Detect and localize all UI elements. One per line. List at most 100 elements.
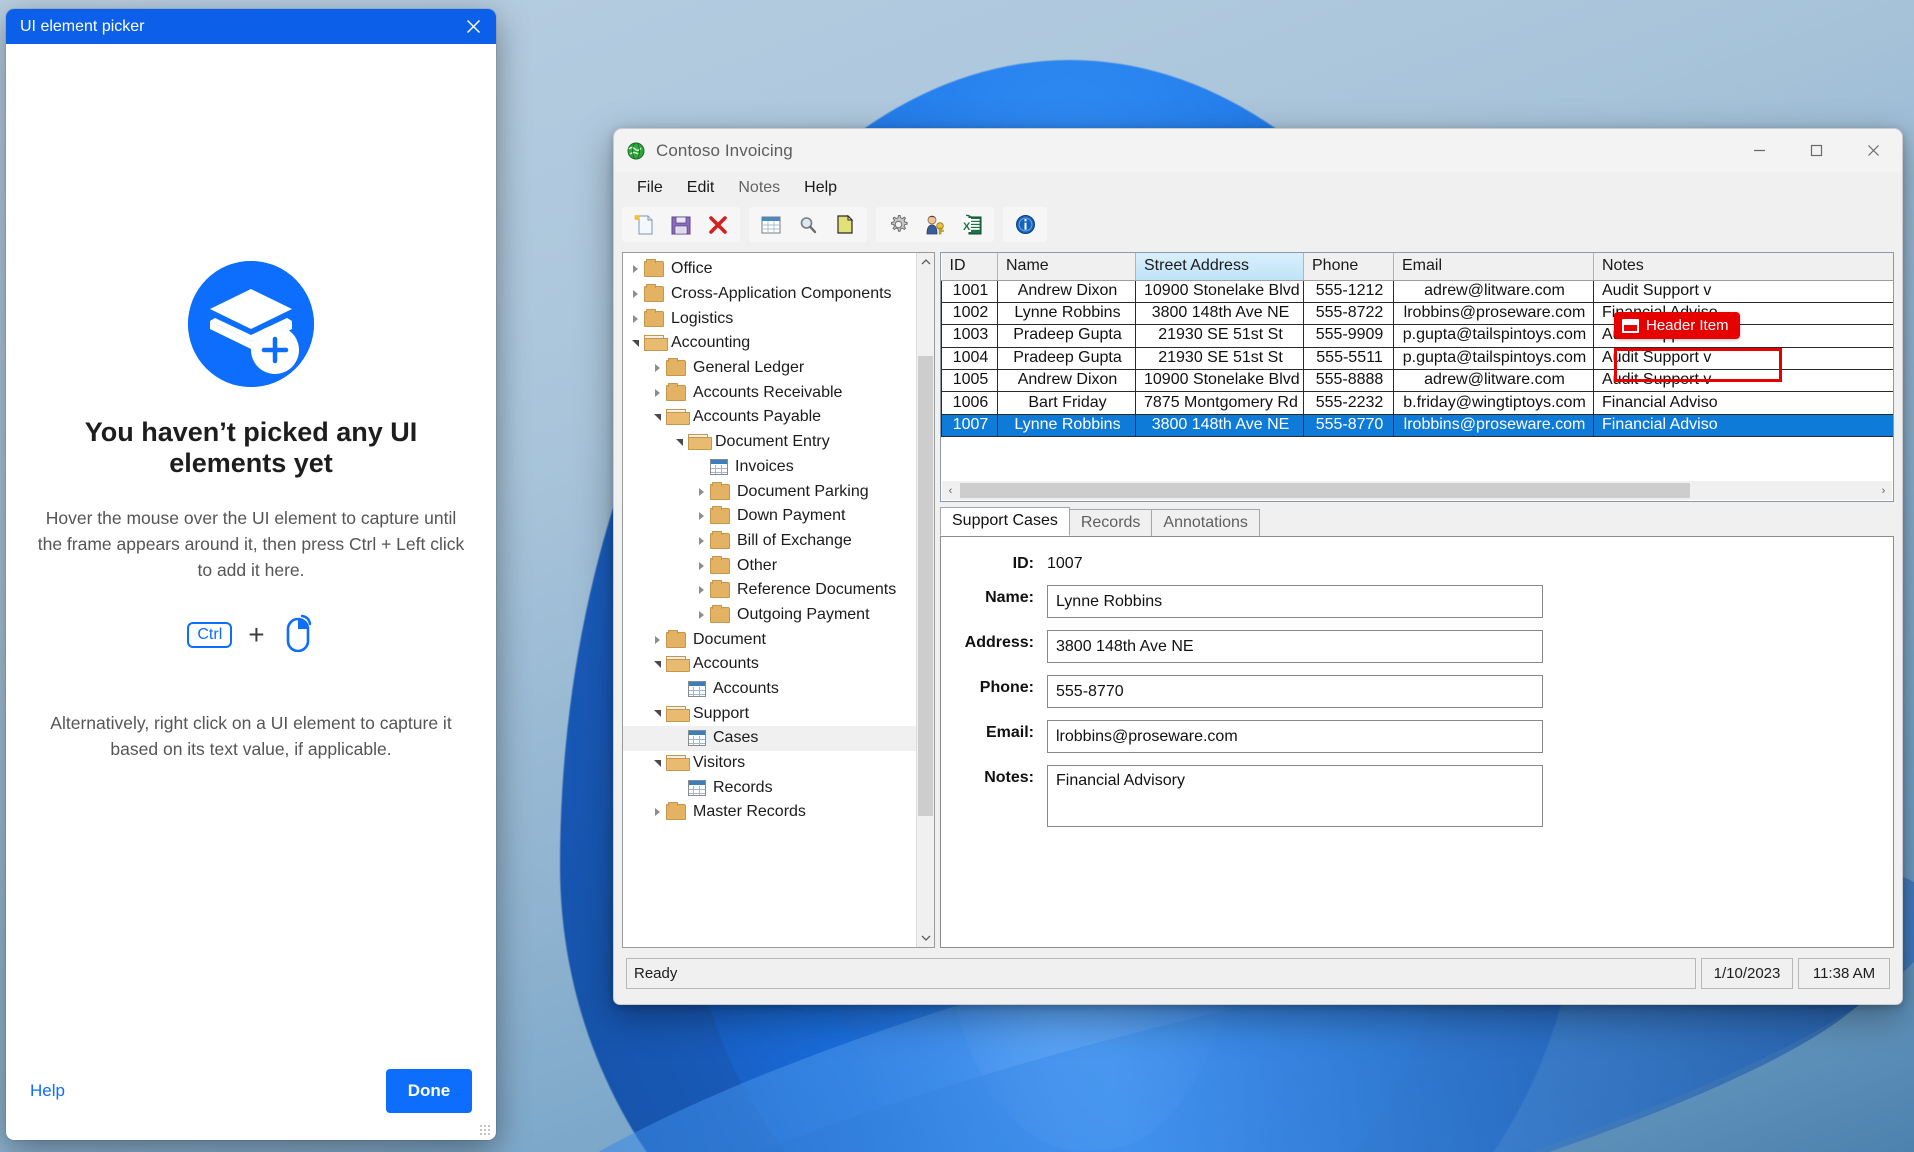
tree-node[interactable]: Down Payment: [623, 504, 916, 529]
table-row[interactable]: 1004Pradeep Gupta21930 SE 51st St555-551…: [942, 347, 1895, 369]
table-cell-notes[interactable]: Financial Adviso: [1594, 414, 1895, 436]
tree-node[interactable]: Logistics: [623, 306, 916, 331]
datagrid-column-header[interactable]: Email: [1394, 253, 1594, 280]
tree-node[interactable]: Outgoing Payment: [623, 603, 916, 628]
chevron-right-icon[interactable]: [693, 532, 710, 549]
table-cell-name[interactable]: Lynne Robbins: [998, 414, 1136, 436]
table-cell-phone[interactable]: 555-5511: [1304, 347, 1394, 369]
table-grid-icon[interactable]: [754, 210, 788, 239]
table-cell-email[interactable]: adrew@litware.com: [1394, 370, 1594, 392]
table-cell-notes[interactable]: Audit Support v: [1594, 370, 1895, 392]
detail-tabstrip[interactable]: Support CasesRecordsAnnotations: [940, 508, 1894, 537]
phone-input[interactable]: [1047, 675, 1543, 708]
datagrid-column-header[interactable]: Name: [998, 253, 1136, 280]
datagrid-column-header[interactable]: Street Address: [1136, 253, 1304, 280]
records-datagrid[interactable]: IDNameStreet AddressPhoneEmailNotes 1001…: [940, 252, 1894, 502]
chevron-right-icon[interactable]: [693, 557, 710, 574]
chevron-down-icon[interactable]: [649, 705, 666, 722]
table-cell-address[interactable]: 10900 Stonelake Blvd: [1136, 280, 1304, 302]
chevron-down-icon[interactable]: [627, 335, 644, 352]
tree-node[interactable]: Document Parking: [623, 479, 916, 504]
datagrid-column-header[interactable]: Notes: [1594, 253, 1895, 280]
scroll-up-icon[interactable]: [917, 253, 934, 271]
tree-node[interactable]: Other: [623, 553, 916, 578]
datagrid-column-header[interactable]: Phone: [1304, 253, 1394, 280]
table-cell-id[interactable]: 1001: [942, 280, 998, 302]
menu-notes[interactable]: Notes: [726, 177, 792, 199]
contoso-toolbar[interactable]: X: [614, 203, 1902, 246]
datagrid-horizontal-scrollbar[interactable]: ‹ ›: [942, 481, 1892, 500]
tab-support-cases[interactable]: Support Cases: [940, 507, 1070, 536]
table-row[interactable]: 1006Bart Friday7875 Montgomery Rd555-223…: [942, 392, 1895, 414]
table-cell-name[interactable]: Bart Friday: [998, 392, 1136, 414]
table-row[interactable]: 1002Lynne Robbins3800 148th Ave NE555-87…: [942, 302, 1895, 324]
tree-node[interactable]: Cross-Application Components: [623, 282, 916, 307]
tree-node[interactable]: Cases: [623, 726, 916, 751]
export-excel-icon[interactable]: X: [955, 210, 989, 239]
chevron-right-icon[interactable]: [649, 631, 666, 648]
chevron-down-icon[interactable]: [649, 656, 666, 673]
chevron-down-icon[interactable]: [649, 409, 666, 426]
maximize-icon[interactable]: [1788, 129, 1845, 172]
chevron-right-icon[interactable]: [627, 310, 644, 327]
chevron-right-icon[interactable]: [693, 483, 710, 500]
datagrid-body[interactable]: 1001Andrew Dixon10900 Stonelake Blvd 555-…: [942, 280, 1895, 437]
navigation-tree[interactable]: OfficeCross-Application ComponentsLogist…: [623, 253, 916, 947]
note-page-icon[interactable]: [828, 210, 862, 239]
table-row[interactable]: 1001Andrew Dixon10900 Stonelake Blvd555-…: [942, 280, 1895, 302]
save-floppy-icon[interactable]: [664, 210, 698, 239]
ui-element-picker-dialog[interactable]: UI element picker: [6, 9, 496, 1140]
menu-help[interactable]: Help: [792, 177, 849, 199]
menu-edit[interactable]: Edit: [675, 177, 727, 199]
table-cell-email[interactable]: p.gupta@tailspintoys.com: [1394, 325, 1594, 347]
tree-node[interactable]: Records: [623, 775, 916, 800]
table-cell-address[interactable]: 3800 148th Ave NE: [1136, 302, 1304, 324]
table-cell-name[interactable]: Lynne Robbins: [998, 302, 1136, 324]
hscrollbar-thumb[interactable]: [960, 483, 1690, 498]
tree-node[interactable]: Document Entry: [623, 430, 916, 455]
table-row[interactable]: 1007Lynne Robbins3800 148th Ave NE555-87…: [942, 414, 1895, 436]
table-cell-phone[interactable]: 555-2232: [1304, 392, 1394, 414]
scroll-right-icon[interactable]: ›: [1875, 485, 1892, 497]
table-cell-id[interactable]: 1006: [942, 392, 998, 414]
chevron-down-icon[interactable]: [649, 755, 666, 772]
table-cell-id[interactable]: 1007: [942, 414, 998, 436]
datagrid-column-header[interactable]: ID: [942, 253, 998, 280]
table-cell-notes[interactable]: Financial Adviso: [1594, 392, 1895, 414]
table-cell-phone[interactable]: 555-8770: [1304, 414, 1394, 436]
menu-file[interactable]: File: [625, 177, 675, 199]
close-icon[interactable]: [454, 10, 492, 43]
user-permissions-icon[interactable]: [918, 210, 952, 239]
table-cell-email[interactable]: p.gupta@tailspintoys.com: [1394, 347, 1594, 369]
table-cell-notes[interactable]: Audit Support v: [1594, 347, 1895, 369]
settings-gear-icon[interactable]: [881, 210, 915, 239]
scroll-down-icon[interactable]: [917, 929, 934, 947]
contoso-window-controls[interactable]: [1731, 129, 1902, 172]
tree-node[interactable]: Reference Documents: [623, 578, 916, 603]
table-cell-id[interactable]: 1003: [942, 325, 998, 347]
tree-node[interactable]: Accounts Payable: [623, 405, 916, 430]
tree-node[interactable]: Document: [623, 627, 916, 652]
tab-records[interactable]: Records: [1069, 509, 1153, 536]
tab-annotations[interactable]: Annotations: [1151, 509, 1260, 536]
table-cell-name[interactable]: Andrew Dixon: [998, 280, 1136, 302]
chevron-right-icon[interactable]: [693, 508, 710, 525]
contoso-titlebar[interactable]: Contoso Invoicing: [614, 129, 1902, 172]
close-icon[interactable]: [1845, 129, 1902, 172]
navigation-tree-panel[interactable]: OfficeCross-Application ComponentsLogist…: [622, 252, 935, 948]
tree-node[interactable]: Accounting: [623, 331, 916, 356]
email-input[interactable]: [1047, 720, 1543, 753]
delete-red-x-icon[interactable]: [701, 210, 735, 239]
table-cell-id[interactable]: 1005: [942, 370, 998, 392]
table-cell-id[interactable]: 1002: [942, 302, 998, 324]
chevron-right-icon[interactable]: [693, 606, 710, 623]
tree-node[interactable]: General Ledger: [623, 356, 916, 381]
tree-node[interactable]: Accounts: [623, 677, 916, 702]
chevron-right-icon[interactable]: [649, 360, 666, 377]
name-input[interactable]: [1047, 585, 1543, 618]
chevron-down-icon[interactable]: [671, 434, 688, 451]
contoso-invoicing-window[interactable]: Contoso Invoicing File Edit Notes Help: [613, 128, 1903, 1005]
table-row[interactable]: 1005Andrew Dixon10900 Stonelake Blvd555-…: [942, 370, 1895, 392]
table-row[interactable]: 1003Pradeep Gupta21930 SE 51st St555-990…: [942, 325, 1895, 347]
table-cell-id[interactable]: 1004: [942, 347, 998, 369]
